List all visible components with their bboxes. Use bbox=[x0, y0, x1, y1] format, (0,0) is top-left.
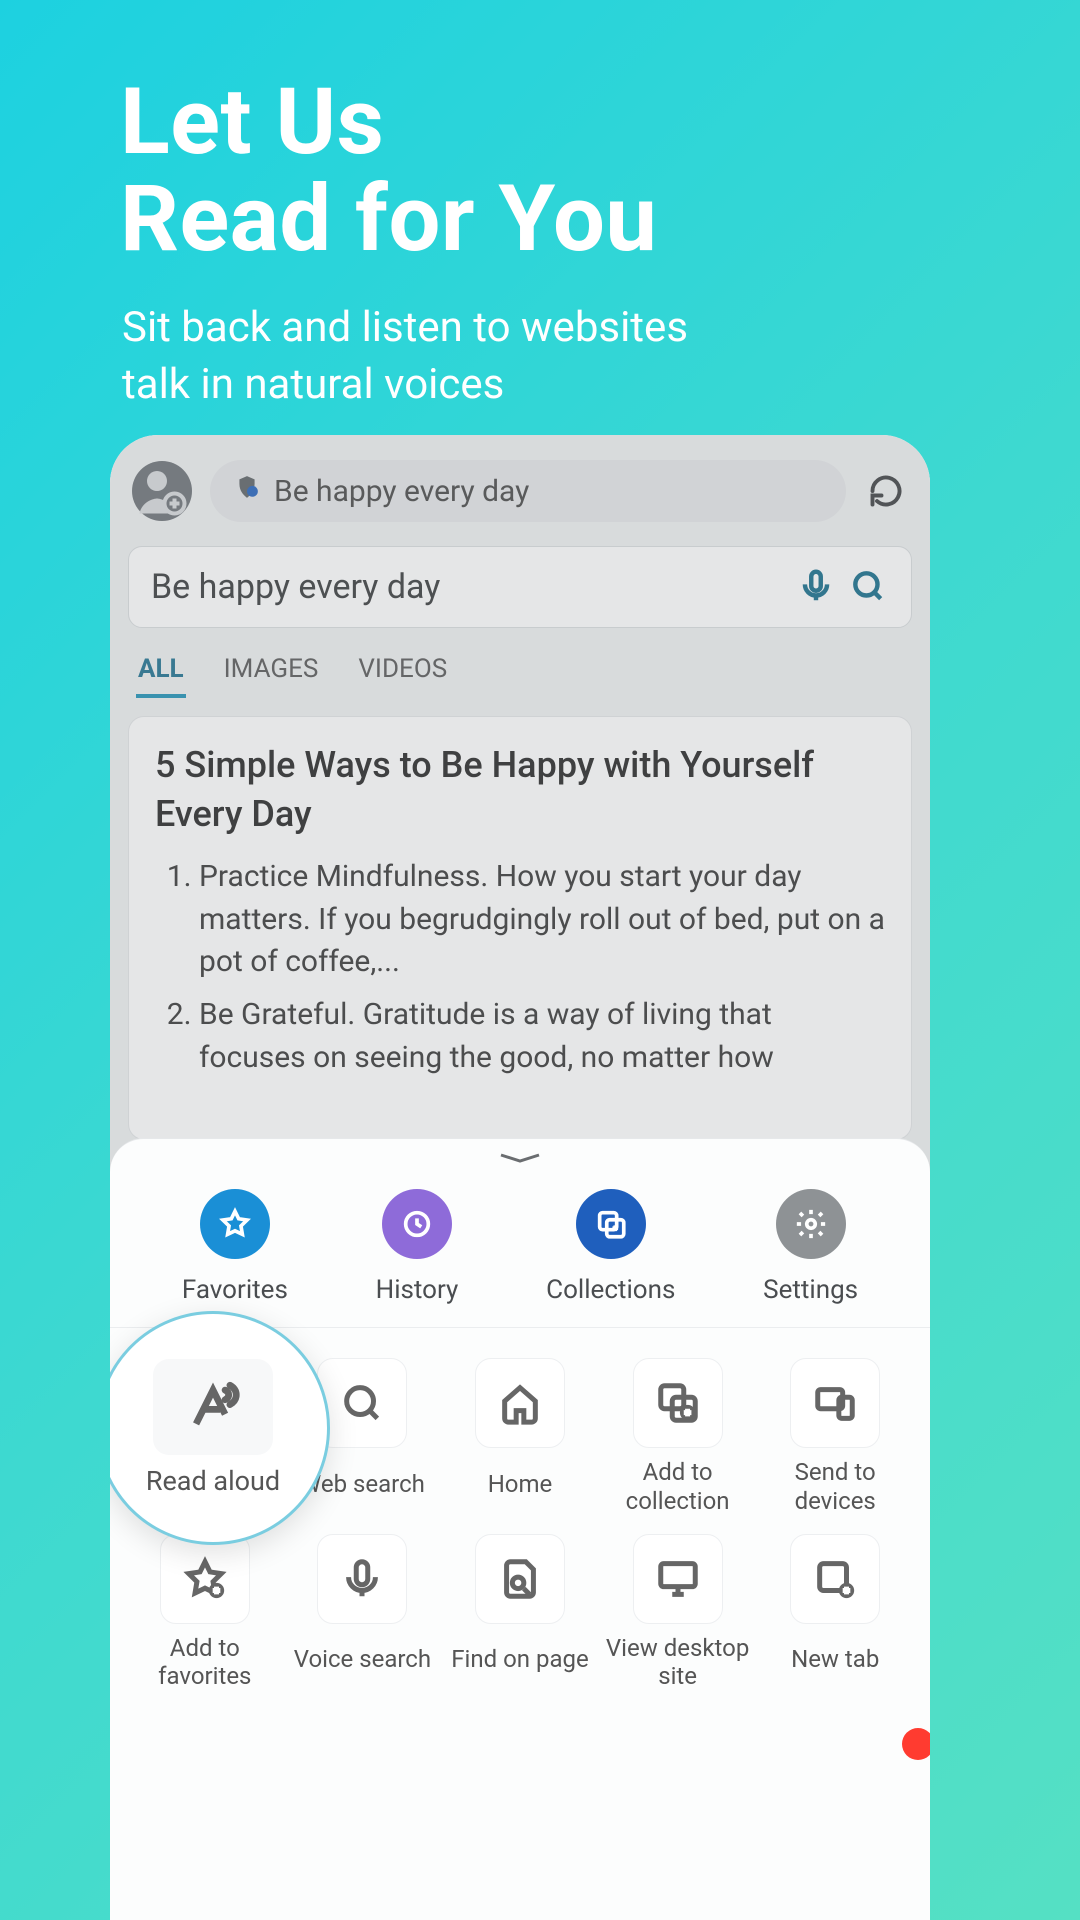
grid-send-devices[interactable]: Send to devices bbox=[762, 1358, 908, 1516]
phone-frame: Be happy every day Be happy every day AL… bbox=[110, 435, 930, 1920]
grid-label: New tab bbox=[791, 1634, 879, 1686]
drawer-label: Favorites bbox=[182, 1275, 288, 1305]
drawer-favorites[interactable]: Favorites bbox=[182, 1189, 288, 1305]
browser-topbar: Be happy every day bbox=[110, 435, 930, 540]
grid-label: Add to collection bbox=[605, 1458, 751, 1516]
bottom-drawer: Favorites History Collections bbox=[110, 1138, 930, 1920]
site-shield-icon bbox=[234, 472, 260, 510]
grid-label: Send to devices bbox=[762, 1458, 908, 1516]
drawer-label: Collections bbox=[546, 1275, 675, 1305]
promo-title-line1: Let Us bbox=[120, 75, 657, 172]
grid-label: Find on page bbox=[451, 1634, 588, 1686]
browser-area: Be happy every day Be happy every day AL… bbox=[110, 435, 930, 1215]
address-bar[interactable]: Be happy every day bbox=[210, 460, 846, 522]
grid-add-collection[interactable]: Add to collection bbox=[605, 1358, 751, 1516]
grid-label: Voice search bbox=[294, 1634, 431, 1686]
grid-home[interactable]: Home bbox=[447, 1358, 593, 1516]
search-icon[interactable] bbox=[849, 567, 889, 607]
result-list-item: Be Grateful. Gratitude is a way of livin… bbox=[199, 994, 885, 1079]
result-list: Practice Mindfulness. How you start your… bbox=[155, 856, 885, 1079]
grid-label: Home bbox=[488, 1458, 553, 1510]
promo-title-line2: Read for You bbox=[120, 172, 657, 269]
promo-background: Let Us Read for You Sit back and listen … bbox=[0, 0, 1080, 1920]
add-collection-icon bbox=[633, 1358, 723, 1448]
result-list-item: Practice Mindfulness. How you start your… bbox=[199, 856, 885, 984]
search-value: Be happy every day bbox=[151, 567, 440, 607]
notification-dot bbox=[902, 1728, 930, 1760]
drawer-label: History bbox=[376, 1275, 459, 1305]
search-icon bbox=[317, 1358, 407, 1448]
read-aloud-icon bbox=[153, 1359, 273, 1455]
collections-icon bbox=[576, 1189, 646, 1259]
search-result-card[interactable]: 5 Simple Ways to Be Happy with Yourself … bbox=[128, 716, 912, 1140]
read-aloud-label: Read aloud bbox=[146, 1465, 280, 1497]
drawer-collections[interactable]: Collections bbox=[546, 1189, 675, 1305]
grid-voice-search[interactable]: Voice search bbox=[290, 1534, 436, 1692]
grid-find-page[interactable]: Find on page bbox=[447, 1534, 593, 1692]
desktop-icon bbox=[633, 1534, 723, 1624]
star-add-icon bbox=[160, 1534, 250, 1624]
search-box[interactable]: Be happy every day bbox=[128, 546, 912, 628]
address-bar-text: Be happy every day bbox=[274, 474, 529, 509]
promo-title: Let Us Read for You bbox=[120, 75, 657, 268]
promo-subtitle-line1: Sit back and listen to websites bbox=[122, 300, 688, 357]
history-icon bbox=[382, 1189, 452, 1259]
grid-new-tab[interactable]: New tab bbox=[762, 1534, 908, 1692]
tab-all[interactable]: ALL bbox=[138, 654, 184, 684]
microphone-icon bbox=[317, 1534, 407, 1624]
drawer-history[interactable]: History bbox=[376, 1189, 459, 1305]
promo-subtitle-line2: talk in natural voices bbox=[122, 357, 688, 414]
gear-icon bbox=[776, 1189, 846, 1259]
home-icon bbox=[475, 1358, 565, 1448]
drawer-handle[interactable] bbox=[497, 1149, 543, 1161]
results-tabs: ALL IMAGES VIDEOS bbox=[110, 628, 930, 696]
promo-subtitle: Sit back and listen to websites talk in … bbox=[122, 300, 688, 413]
star-icon bbox=[200, 1189, 270, 1259]
grid-label: View desktop site bbox=[605, 1634, 751, 1692]
drawer-quick-row: Favorites History Collections bbox=[110, 1161, 930, 1328]
drawer-label: Settings bbox=[763, 1275, 858, 1305]
devices-icon bbox=[790, 1358, 880, 1448]
grid-add-favorites[interactable]: Add to favorites bbox=[132, 1534, 278, 1692]
grid-desktop-site[interactable]: View desktop site bbox=[605, 1534, 751, 1692]
drawer-settings[interactable]: Settings bbox=[763, 1189, 858, 1305]
refresh-button[interactable] bbox=[864, 469, 908, 513]
tab-images[interactable]: IMAGES bbox=[224, 654, 319, 684]
result-title: 5 Simple Ways to Be Happy with Yourself … bbox=[155, 741, 885, 838]
grid-label: Add to favorites bbox=[132, 1634, 278, 1692]
tab-videos[interactable]: VIDEOS bbox=[358, 654, 447, 684]
find-page-icon bbox=[475, 1534, 565, 1624]
new-tab-icon bbox=[790, 1534, 880, 1624]
voice-input-icon[interactable] bbox=[797, 567, 837, 607]
profile-avatar[interactable] bbox=[132, 461, 192, 521]
